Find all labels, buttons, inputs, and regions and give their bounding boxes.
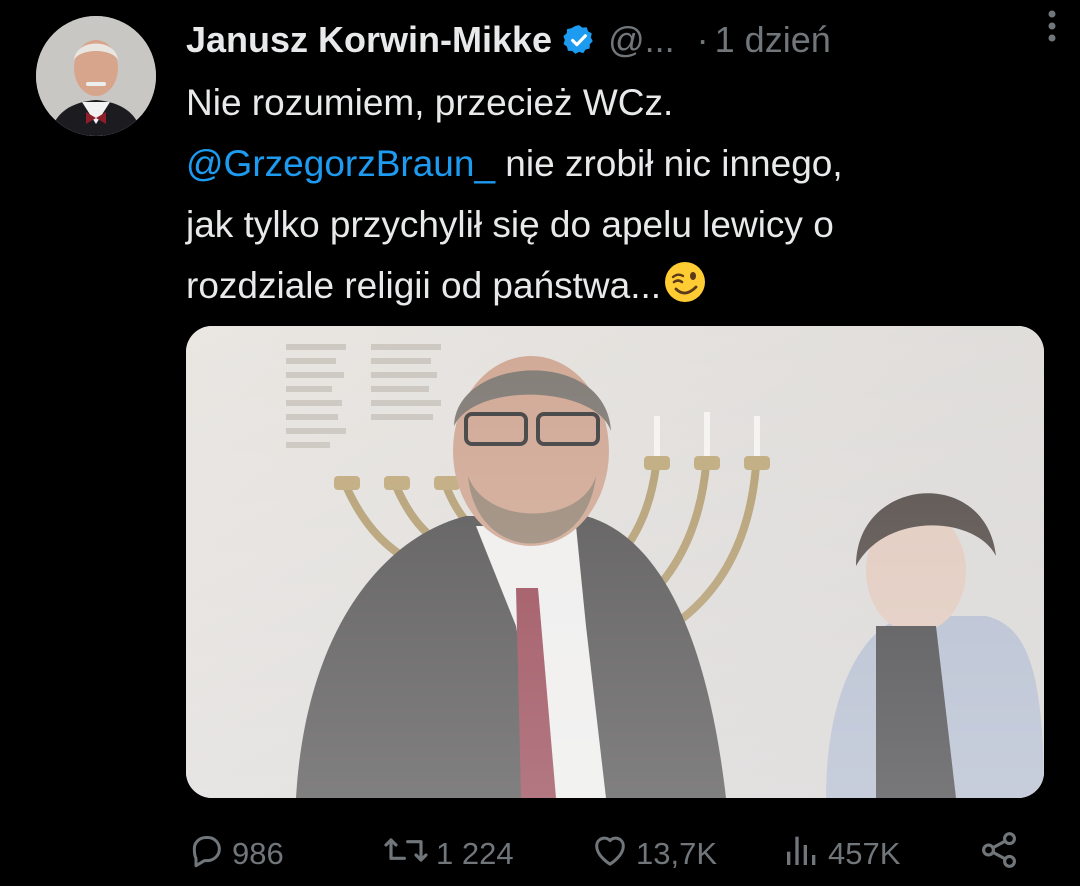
separator-dot: · — [696, 19, 709, 60]
reply-icon — [186, 830, 232, 878]
tweet-text: Nie rozumiem, przecież WCz. @GrzegorzBra… — [186, 72, 1036, 316]
tweet-timestamp[interactable]: 1 dzień — [715, 19, 831, 61]
share-button[interactable] — [978, 826, 1026, 882]
author-avatar[interactable] — [36, 16, 156, 136]
repost-button[interactable]: 1 224 — [382, 826, 514, 882]
author-handle[interactable]: @... — [608, 19, 675, 61]
tweet-text-line-3: jak tylko przychylił się do apelu lewicy… — [186, 204, 834, 245]
share-icon — [978, 829, 1026, 879]
reply-count: 986 — [232, 836, 284, 871]
tweet-text-line-1: Nie rozumiem, przecież WCz. — [186, 82, 674, 123]
verified-badge-icon[interactable] — [562, 23, 596, 57]
mention-link[interactable]: @GrzegorzBraun_ — [186, 143, 495, 184]
winking-face-emoji-icon — [663, 260, 707, 304]
tweet-media-image[interactable] — [186, 326, 1044, 798]
more-options-icon[interactable] — [1032, 6, 1072, 46]
tweet-text-line-2: @GrzegorzBraun_ nie zrobił nic innego, — [186, 133, 1036, 194]
tweet-text-line-4: rozdziale religii od państwa... — [186, 255, 1036, 316]
repost-icon — [382, 830, 436, 878]
tweet-actions-bar: 986 1 224 13,7K 457K — [186, 826, 1026, 886]
author-display-name[interactable]: Janusz Korwin-Mikke — [186, 19, 552, 61]
media-photo — [186, 326, 1044, 798]
views-count: 457K — [828, 836, 901, 871]
tweet-header: Janusz Korwin-Mikke @... · 1 dzień — [186, 14, 1040, 66]
like-button[interactable]: 13,7K — [590, 826, 717, 882]
like-icon — [590, 830, 636, 878]
tweet-text-line-4-text: rozdziale religii od państwa... — [186, 265, 662, 306]
views-button[interactable]: 457K — [782, 826, 900, 882]
tweet-text-line-2-rest: nie zrobił nic innego, — [495, 143, 843, 184]
like-count: 13,7K — [636, 836, 718, 871]
views-icon — [782, 830, 828, 878]
avatar-image — [36, 16, 156, 136]
repost-count: 1 224 — [436, 836, 514, 871]
reply-button[interactable]: 986 — [186, 826, 284, 882]
